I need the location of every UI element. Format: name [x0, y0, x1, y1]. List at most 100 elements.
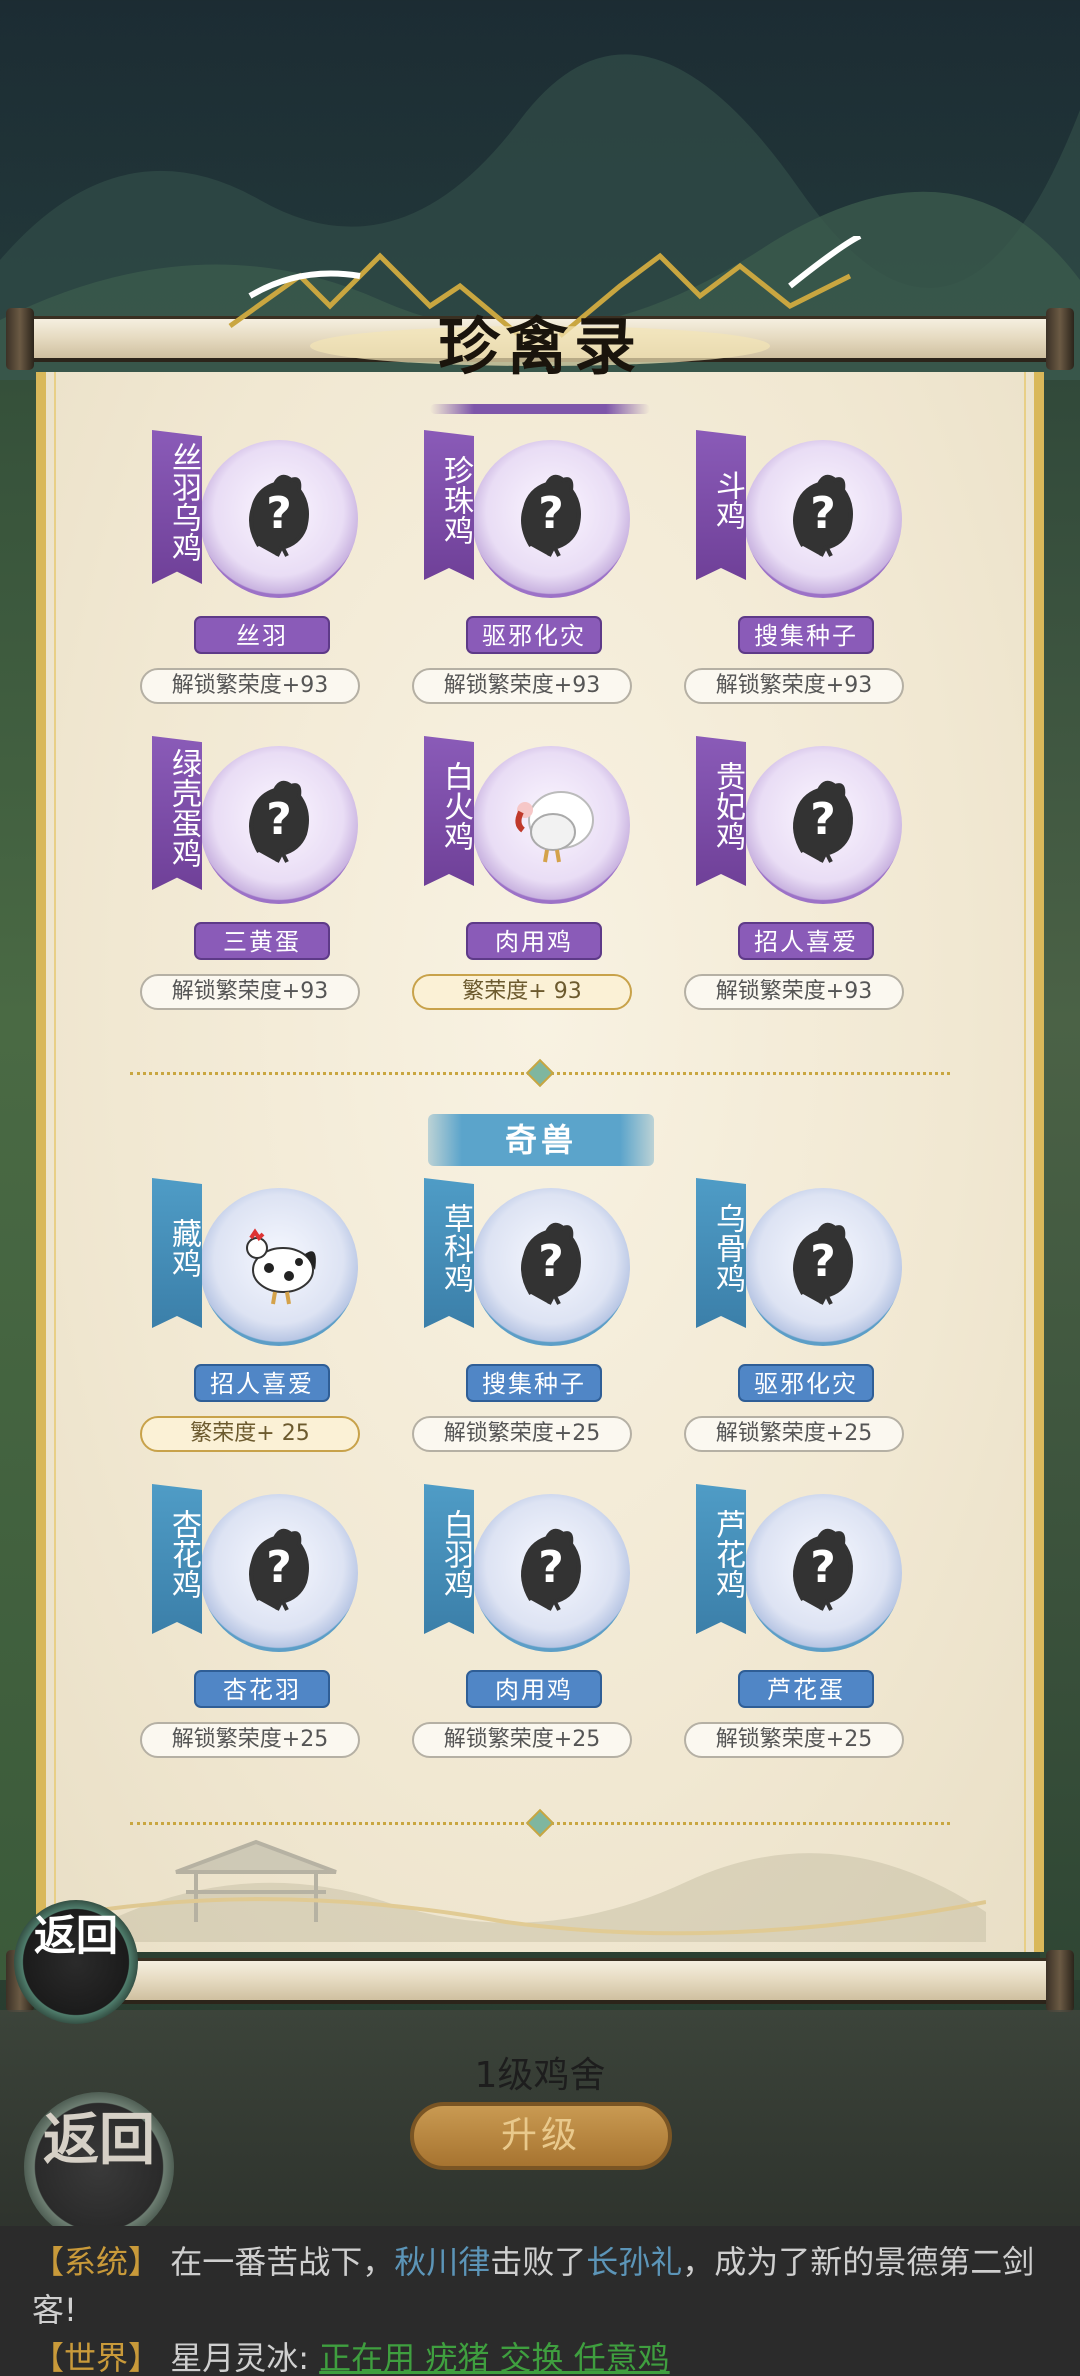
chicken-trait-tag: 驱邪化灾 [738, 1364, 874, 1402]
chicken-card[interactable]: 白火鸡 肉用鸡 繁荣度+ 93 [402, 736, 662, 1026]
chicken-name-ribbon: 贵妃鸡 [696, 736, 746, 886]
question-chicken-silhouette-icon: ? [793, 780, 853, 863]
tibetan-chicken-icon [246, 1228, 316, 1305]
chicken-name-ribbon: 斗鸡 [696, 430, 746, 580]
system-text-mid: 击败了 [490, 2243, 587, 2281]
chicken-portrait[interactable] [472, 746, 630, 904]
chicken-card[interactable]: ? 珍珠鸡 驱邪化灾 解锁繁荣度+93 [402, 430, 662, 720]
chicken-card[interactable]: ? 贵妃鸡 招人喜爱 解锁繁荣度+93 [674, 736, 934, 1026]
chicken-card[interactable]: ? 斗鸡 搜集种子 解锁繁荣度+93 [674, 430, 934, 720]
chat-feed: 【系统】 在一番苦战下，秋川律击败了长孙礼，成为了新的景德第二剑客! 【世界】 … [0, 2226, 1080, 2376]
question-chicken-silhouette-icon: ? [793, 1222, 853, 1305]
upgrade-button[interactable]: 升级 [410, 2102, 672, 2170]
chicken-portrait[interactable]: ? [744, 1494, 902, 1652]
chicken-trait-tag: 三黄蛋 [194, 922, 330, 960]
prosperity-label: 解锁繁荣度+25 [412, 1722, 632, 1758]
chicken-portrait[interactable] [200, 1188, 358, 1346]
chicken-portrait[interactable]: ? [744, 746, 902, 904]
chicken-name-ribbon: 藏鸡 [152, 1178, 202, 1328]
svg-text:?: ? [266, 794, 292, 845]
prosperity-label: 解锁繁荣度+93 [684, 668, 904, 704]
section-divider [130, 1058, 950, 1088]
question-chicken-silhouette-icon: ? [249, 474, 309, 557]
prosperity-label: 解锁繁荣度+93 [140, 974, 360, 1010]
svg-text:?: ? [810, 488, 836, 539]
scroll-bottom-rod [0, 1944, 1080, 2018]
prosperity-label: 繁荣度+ 93 [412, 974, 632, 1010]
question-chicken-silhouette-icon: ? [249, 780, 309, 863]
prosperity-label: 解锁繁荣度+25 [140, 1722, 360, 1758]
chicken-card[interactable]: ? 杏花鸡 杏花羽 解锁繁荣度+25 [130, 1484, 390, 1774]
prosperity-label: 解锁繁荣度+25 [684, 1416, 904, 1452]
chicken-card[interactable]: ? 草科鸡 搜集种子 解锁繁荣度+25 [402, 1178, 662, 1468]
chicken-trait-tag: 招人喜爱 [738, 922, 874, 960]
section-title-odd-beasts: 奇兽 [428, 1114, 654, 1166]
chicken-name-ribbon: 杏花鸡 [152, 1484, 202, 1634]
page-title: 珍禽录 [437, 310, 642, 383]
background-left-edge [0, 380, 40, 1980]
chicken-name-ribbon: 珍珠鸡 [424, 430, 474, 580]
world-user-name: 星月灵冰: [170, 2339, 309, 2376]
svg-text:?: ? [538, 1542, 564, 1593]
chicken-trait-tag: 驱邪化灾 [466, 616, 602, 654]
chicken-portrait[interactable]: ? [472, 1188, 630, 1346]
chicken-trait-tag: 杏花羽 [194, 1670, 330, 1708]
svg-text:?: ? [538, 1236, 564, 1287]
chicken-name-ribbon: 丝羽乌鸡 [152, 430, 202, 584]
white-turkey-icon [515, 791, 594, 863]
system-text-pre: 在一番苦战下， [170, 2243, 395, 2281]
chat-line-system: 【系统】 在一番苦战下，秋川律击败了长孙礼，成为了新的景德第二剑客! [32, 2238, 1052, 2334]
chicken-trait-tag: 肉用鸡 [466, 922, 602, 960]
chicken-card[interactable]: ? 白羽鸡 肉用鸡 解锁繁荣度+25 [402, 1484, 662, 1774]
chicken-name-ribbon: 白羽鸡 [424, 1484, 474, 1634]
return-button-main[interactable]: 返回 [24, 2092, 174, 2242]
player-name-winner[interactable]: 秋川律 [394, 2243, 490, 2281]
coop-level-label: 1级鸡舍 [474, 2055, 606, 2096]
title-underline [430, 404, 650, 414]
prosperity-label: 解锁繁荣度+93 [140, 668, 360, 704]
chicken-name-ribbon: 白火鸡 [424, 736, 474, 886]
chicken-card[interactable]: ? 绿壳蛋鸡 三黄蛋 解锁繁荣度+93 [130, 736, 390, 1026]
chicken-portrait[interactable]: ? [744, 440, 902, 598]
chicken-portrait[interactable]: ? [200, 1494, 358, 1652]
chicken-name-ribbon: 乌骨鸡 [696, 1178, 746, 1328]
chat-line-world: 【世界】 星月灵冰: 正在用 疣猪 交换 任意鸡 [32, 2334, 1052, 2376]
question-chicken-silhouette-icon: ? [521, 1222, 581, 1305]
chicken-portrait[interactable]: ? [200, 440, 358, 598]
chicken-trait-tag: 丝羽 [194, 616, 330, 654]
chicken-portrait[interactable]: ? [472, 1494, 630, 1652]
prosperity-label: 繁荣度+ 25 [140, 1416, 360, 1452]
background-right-edge [1040, 380, 1080, 1980]
section-divider-bottom [130, 1808, 950, 1838]
chicken-card[interactable]: 藏鸡 招人喜爱 繁荣度+ 25 [130, 1178, 390, 1468]
chicken-trait-tag: 搜集种子 [738, 616, 874, 654]
chicken-card[interactable]: ? 芦花鸡 芦花蛋 解锁繁荣度+25 [674, 1484, 934, 1774]
chicken-name-ribbon: 绿壳蛋鸡 [152, 736, 202, 890]
system-channel-label: 【系统】 [32, 2243, 161, 2281]
svg-text:?: ? [266, 1542, 292, 1593]
world-channel-label: 【世界】 [32, 2339, 161, 2376]
chicken-portrait[interactable]: ? [200, 746, 358, 904]
chicken-portrait[interactable]: ? [744, 1188, 902, 1346]
trade-link[interactable]: 正在用 疣猪 交换 任意鸡 [319, 2339, 670, 2376]
chicken-name-ribbon: 芦花鸡 [696, 1484, 746, 1634]
chicken-trait-tag: 肉用鸡 [466, 1670, 602, 1708]
chicken-trait-tag: 招人喜爱 [194, 1364, 330, 1402]
svg-text:?: ? [810, 1236, 836, 1287]
prosperity-label: 解锁繁荣度+93 [412, 668, 632, 704]
title-banner: 珍禽录 [0, 236, 1080, 386]
question-chicken-silhouette-icon: ? [249, 1528, 309, 1611]
question-chicken-silhouette-icon: ? [793, 474, 853, 557]
return-button-scroll[interactable]: 返回 [14, 1900, 138, 2024]
chicken-name-ribbon: 草科鸡 [424, 1178, 474, 1328]
chicken-card[interactable]: ? 丝羽乌鸡 丝羽 解锁繁荣度+93 [130, 430, 390, 720]
question-chicken-silhouette-icon: ? [521, 1528, 581, 1611]
player-name-loser[interactable]: 长孙礼 [586, 2243, 682, 2281]
svg-text:?: ? [538, 488, 564, 539]
question-chicken-silhouette-icon: ? [521, 474, 581, 557]
chicken-portrait[interactable]: ? [472, 440, 630, 598]
prosperity-label: 解锁繁荣度+93 [684, 974, 904, 1010]
svg-text:?: ? [266, 488, 292, 539]
question-chicken-silhouette-icon: ? [793, 1528, 853, 1611]
chicken-card[interactable]: ? 乌骨鸡 驱邪化灾 解锁繁荣度+25 [674, 1178, 934, 1468]
